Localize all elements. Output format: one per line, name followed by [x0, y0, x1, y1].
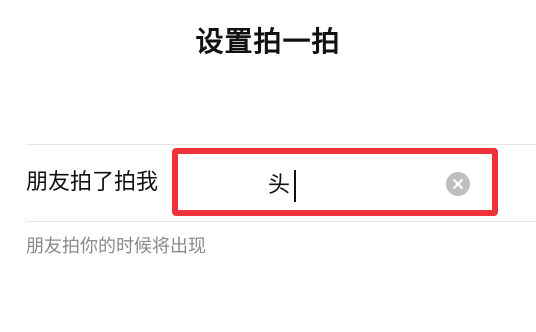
divider-top: [26, 144, 536, 145]
pat-suffix-value: 头: [268, 173, 291, 198]
page-title: 设置拍一拍: [195, 25, 341, 58]
divider-bottom: [26, 221, 536, 222]
pat-setting-row: 朋友拍了拍我 头: [26, 144, 536, 222]
pat-setting-label: 朋友拍了拍我: [26, 170, 159, 195]
text-caret: [294, 170, 296, 202]
pat-suffix-input[interactable]: 头: [172, 148, 498, 216]
clear-input-button[interactable]: [446, 172, 470, 196]
close-icon: [453, 179, 463, 189]
helper-text: 朋友拍你的时候将出现: [26, 236, 206, 257]
